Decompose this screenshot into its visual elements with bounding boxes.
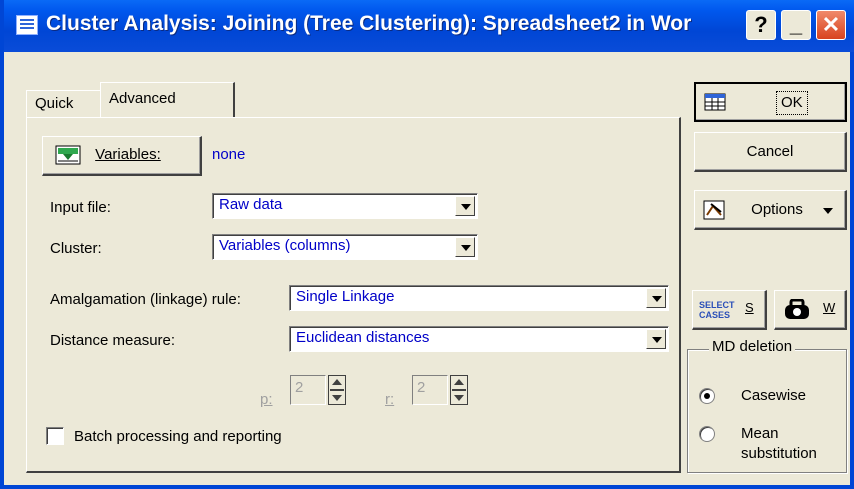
dropdown-arrow-icon[interactable] xyxy=(455,196,475,216)
options-icon xyxy=(703,200,725,220)
amalgamation-value: Single Linkage xyxy=(296,288,395,305)
distance-value: Euclidean distances xyxy=(296,329,430,346)
md-deletion-legend: MD deletion xyxy=(709,338,796,355)
variables-icon xyxy=(55,145,81,165)
help-button[interactable]: ? xyxy=(746,10,776,40)
ok-button[interactable]: OK xyxy=(694,82,847,122)
window-icon xyxy=(16,15,38,35)
r-param-field[interactable]: 2 xyxy=(412,375,448,405)
chevron-down-icon xyxy=(823,208,833,214)
variables-button-label: Variables: xyxy=(95,146,161,163)
cancel-button-label: Cancel xyxy=(746,143,794,160)
dialog-window: Cluster Analysis: Joining (Tree Clusteri… xyxy=(0,0,854,489)
cluster-select[interactable]: Variables (columns) xyxy=(212,234,478,260)
weight-icon xyxy=(785,299,809,319)
casewise-label[interactable]: Casewise xyxy=(741,387,806,404)
tab-quick[interactable]: Quick xyxy=(26,90,104,118)
variables-value: none xyxy=(212,146,246,163)
distance-select[interactable]: Euclidean distances xyxy=(289,326,669,352)
close-button[interactable]: ✕ xyxy=(816,10,846,40)
spreadsheet-icon xyxy=(704,93,726,111)
p-param-stepper[interactable] xyxy=(328,375,346,405)
input-file-select[interactable]: Raw data xyxy=(212,193,478,219)
variables-button[interactable]: Variables: xyxy=(42,136,202,176)
batch-label[interactable]: Batch processing and reporting xyxy=(74,428,282,445)
title-bar[interactable]: Cluster Analysis: Joining (Tree Clusteri… xyxy=(4,0,854,52)
select-cases-label-1: SELECT xyxy=(699,300,735,310)
casewise-radio[interactable] xyxy=(699,388,715,404)
weight-key: W xyxy=(823,300,836,315)
input-file-value: Raw data xyxy=(219,196,283,213)
distance-label: Distance measure: xyxy=(50,332,176,349)
amalgamation-label: Amalgamation (linkage) rule: xyxy=(50,291,241,308)
cancel-button[interactable]: Cancel xyxy=(694,132,847,172)
mean-substitution-label-1[interactable]: Mean xyxy=(741,425,779,442)
select-cases-label-2: CASES xyxy=(699,310,731,320)
minimize-button[interactable]: _ xyxy=(781,10,811,40)
batch-checkbox[interactable] xyxy=(46,427,64,445)
select-cases-key: S xyxy=(745,300,754,315)
select-cases-button[interactable]: SELECT CASES S xyxy=(692,290,767,330)
dropdown-arrow-icon[interactable] xyxy=(646,288,666,308)
cluster-label: Cluster: xyxy=(50,240,102,257)
options-button-label: Options xyxy=(751,201,803,218)
weight-button[interactable]: W xyxy=(774,290,847,330)
ok-button-label: OK xyxy=(776,91,808,115)
dropdown-arrow-icon[interactable] xyxy=(646,329,666,349)
r-param-stepper[interactable] xyxy=(450,375,468,405)
p-param-field[interactable]: 2 xyxy=(290,375,326,405)
options-button[interactable]: Options xyxy=(694,190,847,230)
amalgamation-select[interactable]: Single Linkage xyxy=(289,285,669,311)
r-param-label: r: xyxy=(385,391,395,408)
mean-substitution-label-2[interactable]: substitution xyxy=(741,445,817,462)
dropdown-arrow-icon[interactable] xyxy=(455,237,475,257)
mean-substitution-radio[interactable] xyxy=(699,426,715,442)
cluster-value: Variables (columns) xyxy=(219,237,351,254)
p-param-label: p: xyxy=(260,391,273,408)
input-file-label: Input file: xyxy=(50,199,111,216)
window-title: Cluster Analysis: Joining (Tree Clusteri… xyxy=(46,12,692,35)
tab-advanced[interactable]: Advanced xyxy=(100,82,235,118)
